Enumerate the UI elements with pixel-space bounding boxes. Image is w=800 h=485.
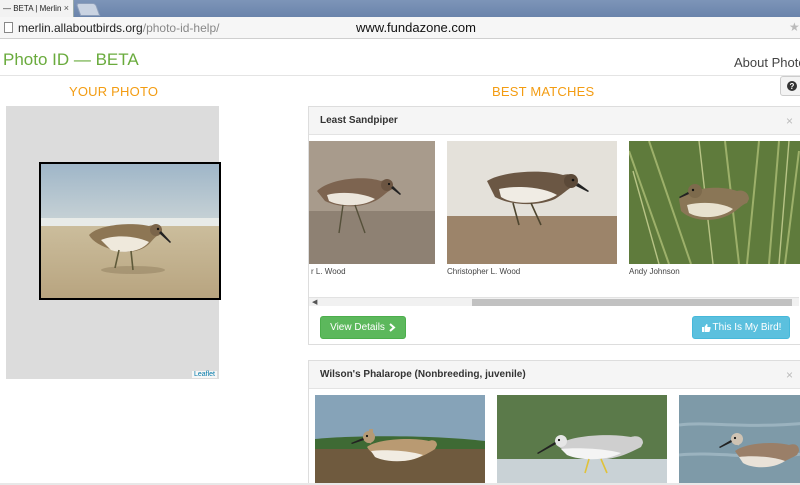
species-name[interactable]: Least Sandpiper bbox=[320, 115, 398, 126]
match-photo[interactable] bbox=[629, 141, 800, 264]
watermark-text: www.fundazone.com bbox=[356, 20, 476, 35]
your-photo-heading: YOUR PHOTO bbox=[69, 84, 159, 99]
page-title: Photo ID — BETA bbox=[3, 50, 139, 69]
url-host: merlin.allaboutbirds.org bbox=[18, 21, 143, 35]
match-card-least-sandpiper: Least Sandpiper × r L. Wood Christopher … bbox=[308, 106, 800, 345]
photo-credit: Christopher L. Wood bbox=[447, 267, 521, 276]
page-icon bbox=[4, 22, 13, 33]
thumbs-up-icon bbox=[701, 323, 711, 332]
new-tab-button[interactable] bbox=[75, 3, 101, 16]
match-card-header: Wilson's Phalarope (Nonbreeding, juvenil… bbox=[309, 361, 800, 389]
species-name[interactable]: Wilson's Phalarope (Nonbreeding, juvenil… bbox=[320, 369, 526, 380]
chevron-right-icon bbox=[389, 323, 396, 332]
best-matches-heading: BEST MATCHES bbox=[492, 84, 595, 99]
phalarope-photo-2 bbox=[497, 395, 667, 485]
your-photo-map[interactable]: Leaflet bbox=[6, 106, 221, 379]
help-button[interactable]: ? bbox=[780, 76, 800, 96]
match-photo[interactable] bbox=[497, 395, 667, 485]
header-divider bbox=[0, 75, 800, 76]
match-card-header: Least Sandpiper × bbox=[309, 107, 800, 135]
photo-credit: Andy Johnson bbox=[629, 267, 680, 276]
close-icon[interactable]: × bbox=[786, 368, 793, 382]
phalarope-photo-3 bbox=[679, 395, 800, 485]
match-photo[interactable] bbox=[447, 141, 617, 264]
tab-close-icon[interactable]: × bbox=[64, 3, 69, 13]
sandpiper-photo-2 bbox=[447, 141, 617, 264]
match-card-wilsons-phalarope: Wilson's Phalarope (Nonbreeding, juvenil… bbox=[308, 360, 800, 485]
question-circle-icon: ? bbox=[787, 81, 797, 91]
browser-tab-title: — BETA | Merlin bbox=[3, 4, 62, 13]
phalarope-photo-1 bbox=[315, 395, 485, 485]
match-photo[interactable] bbox=[309, 141, 435, 264]
close-icon[interactable]: × bbox=[786, 114, 793, 128]
browser-tab[interactable]: — BETA | Merlin × bbox=[0, 0, 74, 17]
address-bar[interactable]: merlin.allaboutbirds.org/photo-id-help/ … bbox=[0, 17, 800, 39]
url-path: /photo-id-help/ bbox=[142, 21, 220, 35]
uploaded-bird-image bbox=[41, 164, 219, 298]
horizontal-scrollbar[interactable]: ◀ bbox=[309, 297, 799, 306]
view-details-label: View Details bbox=[330, 322, 385, 333]
leaflet-attribution[interactable]: Leaflet bbox=[191, 371, 217, 378]
scrollbar-thumb[interactable] bbox=[472, 299, 792, 306]
sandpiper-photo-1 bbox=[309, 141, 435, 264]
browser-tabstrip: — BETA | Merlin × bbox=[0, 0, 800, 17]
about-photo-link[interactable]: About Photo bbox=[734, 55, 800, 70]
this-is-my-bird-button[interactable]: This Is My Bird! bbox=[692, 316, 790, 339]
sandpiper-photo-3 bbox=[629, 141, 800, 264]
this-is-my-bird-label: This Is My Bird! bbox=[712, 322, 782, 333]
match-photo[interactable] bbox=[315, 395, 485, 485]
url-text[interactable]: merlin.allaboutbirds.org/photo-id-help/ bbox=[18, 21, 219, 35]
match-photo[interactable] bbox=[679, 395, 800, 485]
uploaded-photo[interactable] bbox=[39, 162, 221, 300]
view-details-button[interactable]: View Details bbox=[320, 316, 406, 339]
scroll-left-arrow-icon[interactable]: ◀ bbox=[312, 298, 317, 306]
bookmark-star-icon[interactable]: ★ bbox=[789, 20, 800, 34]
photo-credit: r L. Wood bbox=[311, 267, 346, 276]
